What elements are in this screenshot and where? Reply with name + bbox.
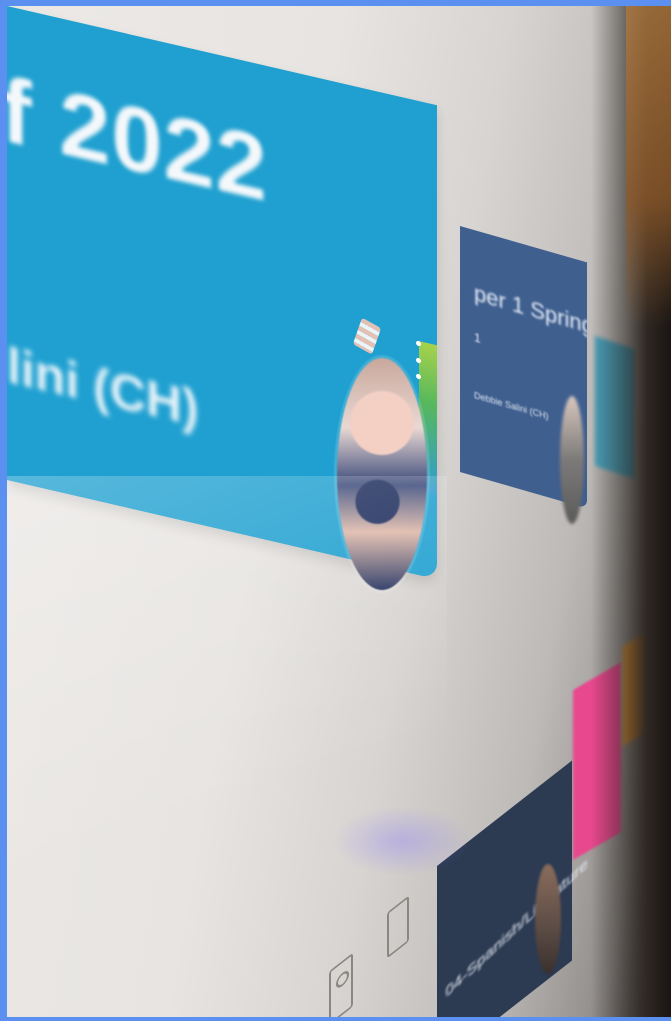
class-card-2-section: 1 [474, 330, 481, 346]
teacher-avatar-3 [535, 864, 561, 974]
class-card-dark-title[interactable]: 04-Spanish/Literature [445, 855, 589, 1001]
flag-icon [352, 317, 382, 355]
teacher-avatar-2 [560, 396, 584, 524]
screen-photo: f 2022 lini (CH) per 1 Spring Forward 1 … [7, 6, 671, 1017]
more-vert-icon[interactable] [410, 335, 426, 385]
kebab-dot [415, 340, 421, 347]
class-card-teacher: lini (CH) [7, 337, 199, 438]
class-card-2-title[interactable]: per 1 Spring Forward [474, 280, 587, 365]
frame-left [0, 0, 7, 1021]
frame-bottom [0, 1017, 671, 1021]
kebab-dot [415, 373, 421, 380]
class-card-title[interactable]: f 2022 [7, 57, 268, 224]
kebab-dot [415, 356, 421, 363]
class-card-2-teacher: Debbie Salini (CH) [474, 390, 549, 422]
background-wood [626, 6, 671, 326]
screen-sheen [7, 476, 447, 1017]
